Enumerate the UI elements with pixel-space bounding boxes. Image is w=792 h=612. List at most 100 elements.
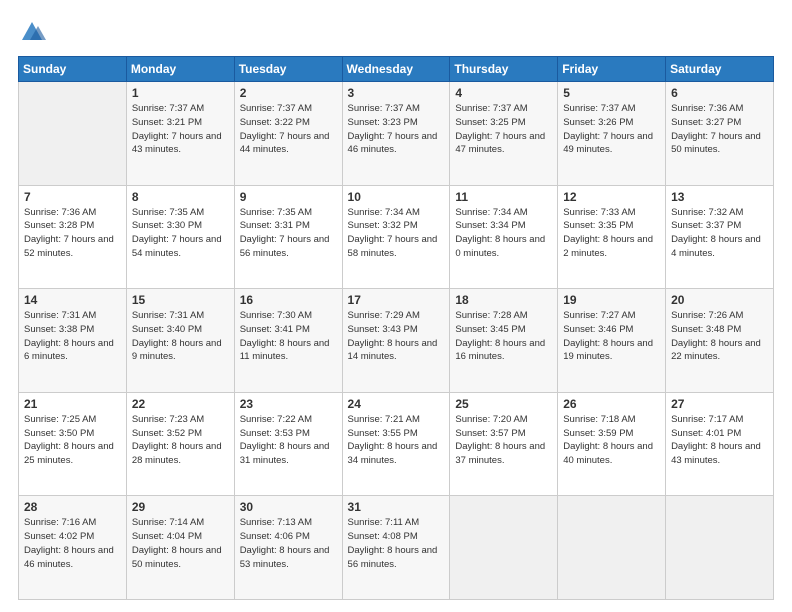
day-info: Sunrise: 7:36 AM Sunset: 3:28 PM Dayligh…: [24, 206, 121, 261]
calendar-cell: 13Sunrise: 7:32 AM Sunset: 3:37 PM Dayli…: [666, 185, 774, 289]
calendar-cell: 3 Sunrise: 7:37 AM Sunset: 3:23 PM Daylig…: [342, 82, 450, 186]
calendar-cell: 24 Sunrise: 7:21 AM Sunset: 3:55 PM Dayli…: [342, 392, 450, 496]
column-header-thursday: Thursday: [450, 57, 558, 82]
day-info: Sunrise: 7:37 AM Sunset: 3:22 PM Dayligh…: [240, 102, 337, 157]
day-number: 30: [240, 500, 337, 514]
column-header-friday: Friday: [558, 57, 666, 82]
day-info: Sunrise: 7:14 AM Sunset: 4:04 PM Dayligh…: [132, 516, 229, 571]
calendar-page: SundayMondayTuesdayWednesdayThursdayFrid…: [0, 0, 792, 612]
calendar-cell: 10 Sunrise: 7:34 AM Sunset: 3:32 PM Dayli…: [342, 185, 450, 289]
day-info: Sunrise: 7:35 AM Sunset: 3:31 PM Dayligh…: [240, 206, 337, 261]
day-number: 8: [132, 190, 229, 204]
logo-icon: [18, 18, 46, 46]
day-info: Sunrise: 7:23 AM Sunset: 3:52 PM Dayligh…: [132, 413, 229, 468]
day-info: Sunrise: 7:37 AM Sunset: 3:21 PM Dayligh…: [132, 102, 229, 157]
day-info: Sunrise: 7:26 AM Sunset: 3:48 PM Dayligh…: [671, 309, 768, 364]
day-number: 14: [24, 293, 121, 307]
logo: [18, 18, 50, 46]
day-number: 28: [24, 500, 121, 514]
day-number: 12: [563, 190, 660, 204]
day-number: 23: [240, 397, 337, 411]
calendar-header-row: SundayMondayTuesdayWednesdayThursdayFrid…: [19, 57, 774, 82]
day-number: 29: [132, 500, 229, 514]
day-info: Sunrise: 7:37 AM Sunset: 3:26 PM Dayligh…: [563, 102, 660, 157]
day-number: 26: [563, 397, 660, 411]
calendar-cell: 21 Sunrise: 7:25 AM Sunset: 3:50 PM Dayli…: [19, 392, 127, 496]
day-info: Sunrise: 7:13 AM Sunset: 4:06 PM Dayligh…: [240, 516, 337, 571]
day-number: 27: [671, 397, 768, 411]
day-info: Sunrise: 7:31 AM Sunset: 3:40 PM Dayligh…: [132, 309, 229, 364]
calendar-cell: 17 Sunrise: 7:29 AM Sunset: 3:43 PM Dayli…: [342, 289, 450, 393]
calendar-cell: 2 Sunrise: 7:37 AM Sunset: 3:22 PM Daylig…: [234, 82, 342, 186]
day-info: Sunrise: 7:18 AM Sunset: 3:59 PM Dayligh…: [563, 413, 660, 468]
day-number: 10: [348, 190, 445, 204]
day-info: Sunrise: 7:25 AM Sunset: 3:50 PM Dayligh…: [24, 413, 121, 468]
calendar-week-0: 1 Sunrise: 7:37 AM Sunset: 3:21 PM Daylig…: [19, 82, 774, 186]
day-info: Sunrise: 7:20 AM Sunset: 3:57 PM Dayligh…: [455, 413, 552, 468]
calendar-cell: 15 Sunrise: 7:31 AM Sunset: 3:40 PM Dayli…: [126, 289, 234, 393]
day-info: Sunrise: 7:32 AM Sunset: 3:37 PM Dayligh…: [671, 206, 768, 261]
column-header-monday: Monday: [126, 57, 234, 82]
day-info: Sunrise: 7:37 AM Sunset: 3:25 PM Dayligh…: [455, 102, 552, 157]
calendar-week-3: 21 Sunrise: 7:25 AM Sunset: 3:50 PM Dayli…: [19, 392, 774, 496]
header: [18, 18, 774, 46]
day-number: 24: [348, 397, 445, 411]
calendar-cell: 25 Sunrise: 7:20 AM Sunset: 3:57 PM Dayli…: [450, 392, 558, 496]
calendar-cell: 6Sunrise: 7:36 AM Sunset: 3:27 PM Daylig…: [666, 82, 774, 186]
calendar-cell: [666, 496, 774, 600]
calendar-cell: 30 Sunrise: 7:13 AM Sunset: 4:06 PM Dayli…: [234, 496, 342, 600]
column-header-wednesday: Wednesday: [342, 57, 450, 82]
day-info: Sunrise: 7:37 AM Sunset: 3:23 PM Dayligh…: [348, 102, 445, 157]
calendar-cell: 9Sunrise: 7:35 AM Sunset: 3:31 PM Daylig…: [234, 185, 342, 289]
day-number: 1: [132, 86, 229, 100]
calendar-cell: 7 Sunrise: 7:36 AM Sunset: 3:28 PM Daylig…: [19, 185, 127, 289]
calendar-cell: 1 Sunrise: 7:37 AM Sunset: 3:21 PM Daylig…: [126, 82, 234, 186]
day-number: 2: [240, 86, 337, 100]
calendar-cell: 14Sunrise: 7:31 AM Sunset: 3:38 PM Dayli…: [19, 289, 127, 393]
day-number: 3: [348, 86, 445, 100]
calendar-cell: 31Sunrise: 7:11 AM Sunset: 4:08 PM Dayli…: [342, 496, 450, 600]
column-header-sunday: Sunday: [19, 57, 127, 82]
day-info: Sunrise: 7:30 AM Sunset: 3:41 PM Dayligh…: [240, 309, 337, 364]
calendar-cell: 8 Sunrise: 7:35 AM Sunset: 3:30 PM Daylig…: [126, 185, 234, 289]
day-number: 7: [24, 190, 121, 204]
column-header-saturday: Saturday: [666, 57, 774, 82]
day-number: 4: [455, 86, 552, 100]
day-info: Sunrise: 7:35 AM Sunset: 3:30 PM Dayligh…: [132, 206, 229, 261]
day-number: 11: [455, 190, 552, 204]
day-info: Sunrise: 7:22 AM Sunset: 3:53 PM Dayligh…: [240, 413, 337, 468]
day-number: 5: [563, 86, 660, 100]
calendar-cell: 4 Sunrise: 7:37 AM Sunset: 3:25 PM Daylig…: [450, 82, 558, 186]
day-number: 16: [240, 293, 337, 307]
calendar-cell: 29 Sunrise: 7:14 AM Sunset: 4:04 PM Dayli…: [126, 496, 234, 600]
calendar-table: SundayMondayTuesdayWednesdayThursdayFrid…: [18, 56, 774, 600]
day-number: 22: [132, 397, 229, 411]
calendar-cell: 16 Sunrise: 7:30 AM Sunset: 3:41 PM Dayli…: [234, 289, 342, 393]
calendar-cell: [450, 496, 558, 600]
calendar-cell: [19, 82, 127, 186]
day-info: Sunrise: 7:11 AM Sunset: 4:08 PM Dayligh…: [348, 516, 445, 571]
calendar-cell: 11Sunrise: 7:34 AM Sunset: 3:34 PM Dayli…: [450, 185, 558, 289]
day-info: Sunrise: 7:36 AM Sunset: 3:27 PM Dayligh…: [671, 102, 768, 157]
calendar-week-4: 28 Sunrise: 7:16 AM Sunset: 4:02 PM Dayli…: [19, 496, 774, 600]
day-info: Sunrise: 7:28 AM Sunset: 3:45 PM Dayligh…: [455, 309, 552, 364]
day-number: 25: [455, 397, 552, 411]
day-number: 21: [24, 397, 121, 411]
calendar-cell: 18Sunrise: 7:28 AM Sunset: 3:45 PM Dayli…: [450, 289, 558, 393]
calendar-week-1: 7 Sunrise: 7:36 AM Sunset: 3:28 PM Daylig…: [19, 185, 774, 289]
calendar-cell: 26 Sunrise: 7:18 AM Sunset: 3:59 PM Dayli…: [558, 392, 666, 496]
day-info: Sunrise: 7:29 AM Sunset: 3:43 PM Dayligh…: [348, 309, 445, 364]
day-info: Sunrise: 7:21 AM Sunset: 3:55 PM Dayligh…: [348, 413, 445, 468]
day-number: 20: [671, 293, 768, 307]
column-header-tuesday: Tuesday: [234, 57, 342, 82]
day-number: 17: [348, 293, 445, 307]
calendar-cell: 19Sunrise: 7:27 AM Sunset: 3:46 PM Dayli…: [558, 289, 666, 393]
calendar-cell: [558, 496, 666, 600]
day-number: 15: [132, 293, 229, 307]
day-info: Sunrise: 7:17 AM Sunset: 4:01 PM Dayligh…: [671, 413, 768, 468]
calendar-cell: 22 Sunrise: 7:23 AM Sunset: 3:52 PM Dayli…: [126, 392, 234, 496]
day-info: Sunrise: 7:34 AM Sunset: 3:32 PM Dayligh…: [348, 206, 445, 261]
day-info: Sunrise: 7:16 AM Sunset: 4:02 PM Dayligh…: [24, 516, 121, 571]
calendar-cell: 20 Sunrise: 7:26 AM Sunset: 3:48 PM Dayli…: [666, 289, 774, 393]
day-info: Sunrise: 7:33 AM Sunset: 3:35 PM Dayligh…: [563, 206, 660, 261]
